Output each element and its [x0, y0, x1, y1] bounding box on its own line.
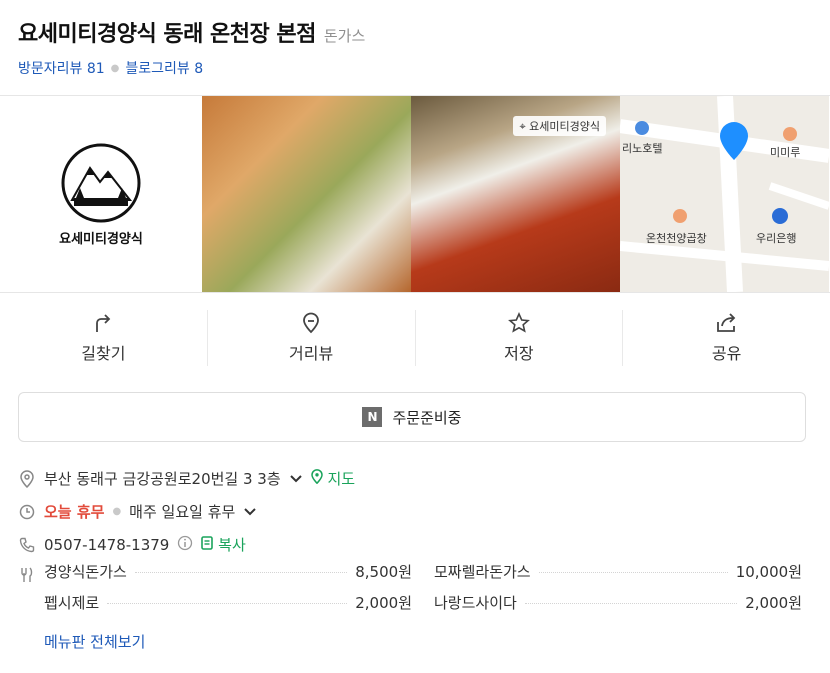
info-icon[interactable] — [177, 535, 193, 555]
order-button[interactable]: N 주문준비중 — [18, 392, 806, 442]
mountain-logo-icon — [61, 143, 141, 222]
map-label-hotel: 리노호텔 — [622, 142, 663, 155]
location-pin-icon: ⌖ — [519, 120, 526, 133]
copy-icon — [201, 536, 218, 554]
phone-row: 0507-1478-1379 복사 — [18, 528, 808, 561]
logo-text: 요세미티경양식 — [59, 231, 143, 247]
map-pin-icon — [310, 469, 328, 488]
review-links: 방문자리뷰 81 ● 블로그리뷰 8 — [18, 58, 812, 78]
menu-item-name: 경양식돈가스 — [44, 563, 127, 581]
phone-number[interactable]: 0507-1478-1379 — [44, 536, 169, 554]
menu-item: 나랑드사이다 2,000원 — [434, 592, 802, 623]
menu-item-name: 모짜렐라돈가스 — [434, 563, 531, 581]
action-bar: 길찾기 거리뷰 저장 공유 — [0, 310, 830, 366]
address-row: 부산 동래구 금강공원로20번길 3 3층 지도 — [18, 462, 808, 495]
naver-order-icon: N — [362, 407, 383, 427]
share-icon — [716, 313, 735, 332]
food-photo-noodles[interactable] — [202, 96, 411, 292]
fork-knife-icon — [18, 567, 36, 583]
place-title: 요세미티경양식 동래 온천장 본점 — [18, 22, 316, 47]
food-photo-cutlet[interactable]: ⌖ 요세미티경양식 — [411, 96, 620, 292]
location-pin-icon — [18, 469, 36, 488]
menu-item: 경양식돈가스 8,500원 — [44, 561, 412, 592]
closed-days-text: 매주 일요일 휴무 — [129, 503, 236, 521]
map-label-gopchang: 온천천양곱창 — [646, 232, 707, 245]
phone-icon — [18, 537, 36, 553]
mini-map[interactable]: 리노호텔 미미루 온천천양곱창 우리은행 — [620, 96, 829, 292]
menu-item-price: 2,000원 — [745, 594, 802, 612]
street-view-label: 거리뷰 — [289, 344, 334, 363]
full-menu-link[interactable]: 메뉴판 전체보기 — [44, 631, 802, 652]
chevron-down-icon[interactable] — [243, 503, 257, 521]
directions-button[interactable]: 길찾기 — [0, 310, 208, 366]
street-view-icon — [303, 312, 320, 334]
address-text: 부산 동래구 금강공원로20번길 3 3층 — [44, 470, 281, 488]
menu-item-price: 10,000원 — [735, 563, 802, 581]
map-streets — [620, 96, 829, 292]
hours-row[interactable]: 오늘 휴무 ● 매주 일요일 휴무 — [18, 495, 808, 528]
menu-item-name: 나랑드사이다 — [434, 594, 517, 612]
menu-item-name: 펩시제로 — [44, 594, 100, 612]
menu-item-price: 2,000원 — [355, 594, 412, 612]
save-button[interactable]: 저장 — [416, 310, 624, 366]
blog-reviews-link[interactable]: 블로그리뷰 8 — [125, 58, 203, 78]
photo-gallery: 요세미티경양식 ⌖ 요세미티경양식 리노호텔 미미루 온천천양곱창 우리은행 — [0, 95, 830, 293]
share-label: 공유 — [711, 344, 742, 363]
place-info: 부산 동래구 금강공원로20번길 3 3층 지도 오늘 휴무 ● 매주 일요일 … — [18, 462, 808, 652]
visitor-reviews-link[interactable]: 방문자리뷰 81 — [18, 58, 105, 78]
status-text: 오늘 휴무 — [44, 503, 105, 521]
save-label: 저장 — [504, 344, 534, 363]
place-header: 요세미티경양식 동래 온천장 본점 돈가스 방문자리뷰 81 ● 블로그리뷰 8 — [0, 0, 830, 80]
clock-icon — [18, 504, 36, 520]
place-category: 돈가스 — [323, 27, 366, 45]
separator-dot: ● — [112, 506, 122, 517]
directions-label: 길찾기 — [81, 344, 126, 363]
copy-button[interactable]: 복사 — [201, 534, 246, 555]
order-label: 주문준비중 — [392, 408, 462, 427]
directions-icon — [96, 314, 111, 332]
menu-item: 모짜렐라돈가스 10,000원 — [434, 561, 802, 592]
share-button[interactable]: 공유 — [623, 310, 830, 366]
map-label-woori-bank: 우리은행 — [756, 232, 797, 245]
map-label-mimiru: 미미루 — [770, 146, 801, 159]
star-icon — [507, 312, 530, 333]
map-link[interactable]: 지도 — [310, 468, 355, 489]
photo-location-badge: ⌖ 요세미티경양식 — [513, 116, 606, 136]
menu-section: 경양식돈가스 8,500원 모짜렐라돈가스 10,000원 펩시제로 2,000… — [18, 561, 808, 652]
logo-tile[interactable]: 요세미티경양식 — [0, 96, 202, 292]
separator-dot: ● — [110, 62, 120, 74]
chevron-down-icon[interactable] — [289, 470, 303, 488]
menu-item: 펩시제로 2,000원 — [44, 592, 412, 623]
menu-item-price: 8,500원 — [355, 563, 412, 581]
street-view-button[interactable]: 거리뷰 — [208, 310, 416, 366]
menu-list: 경양식돈가스 8,500원 모짜렐라돈가스 10,000원 펩시제로 2,000… — [44, 561, 802, 652]
